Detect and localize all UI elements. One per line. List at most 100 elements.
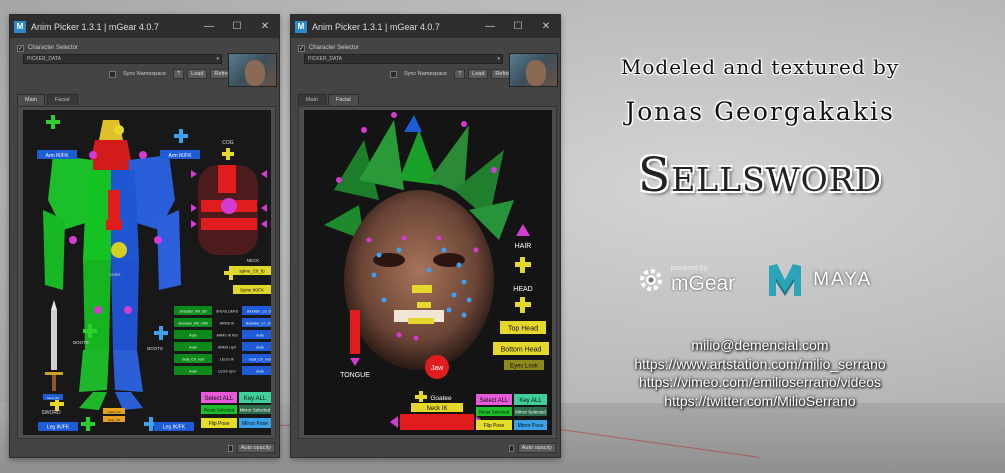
maximize-button[interactable]: ☐ <box>223 21 251 32</box>
minimize-button[interactable]: — <box>476 21 504 32</box>
window-footer: Auto opacity <box>291 442 560 454</box>
auto-opacity-button[interactable]: Auto opacity <box>236 443 275 453</box>
control-cell-label: shoulder_L0_orbit <box>246 321 271 325</box>
spine-ctrl[interactable] <box>201 218 257 230</box>
picker-stage-main: Arm IK/FK Arm IK/FK COG NECK spine_C0_fp… <box>23 110 278 435</box>
character-selector-checkbox[interactable]: ✓ <box>17 44 24 52</box>
sword-label: SWORD <box>41 410 61 416</box>
control-cell-label: shoulder_R0_ctrl <box>179 309 206 313</box>
close-button[interactable]: ✕ <box>532 21 560 32</box>
control-cell-label: Auto <box>256 345 263 349</box>
artstation-link[interactable]: https://www.artstation.com/milio_serrano <box>575 355 945 374</box>
opacity-toggle[interactable] <box>508 444 514 452</box>
picker-tabs: Main Facial <box>298 94 359 105</box>
control-cell-label: Auto <box>256 333 263 337</box>
window-title: Anim Picker 1.3.1 | mGear 4.0.7 <box>31 21 159 32</box>
mgear-text: mGear <box>671 271 736 295</box>
plus-icon[interactable] <box>179 129 183 143</box>
body-picker-graphic: Arm IK/FK Arm IK/FK COG NECK spine_C0_fp… <box>37 115 278 431</box>
leg-ikfk-right-label: Leg IK/FK <box>163 425 186 431</box>
spine-ctrl[interactable] <box>218 165 236 193</box>
picker-panel: TONGUE Jaw Goatee Neck IK HAIR HEAD Top … <box>298 106 557 439</box>
control-cell-label: Auto <box>189 333 196 337</box>
tongue-label: TONGUE <box>340 372 370 379</box>
mgear-logo: powered by mGear <box>637 265 735 296</box>
load-button[interactable]: Load <box>187 69 208 79</box>
neck-ctrl[interactable] <box>400 414 474 430</box>
spine-fp-label: spine_C0_fp <box>239 269 265 274</box>
picker-tabs: Main Facial <box>17 94 78 105</box>
sword-graphic[interactable] <box>45 300 63 391</box>
tab-main[interactable]: Main <box>17 94 45 105</box>
plus-icon[interactable] <box>229 266 233 280</box>
title-bar: M Anim Picker 1.3.1 | mGear 4.0.7 — ☐ ✕ <box>10 15 279 38</box>
top-head-label: Top Head <box>508 326 538 333</box>
control-cell-label: ARMS IK Rot <box>216 333 237 337</box>
control-cell-label: Auto <box>189 345 196 349</box>
minimize-button[interactable]: — <box>195 21 223 32</box>
plus-icon[interactable] <box>415 395 427 399</box>
plus-icon[interactable] <box>226 148 230 160</box>
load-button[interactable]: Load <box>468 69 489 79</box>
plus-icon[interactable] <box>149 417 153 431</box>
jaw-label: Jaw <box>431 365 444 372</box>
boots-left-label: BOOTS <box>73 340 89 345</box>
modeled-by-text: Modeled and textured by <box>620 55 900 79</box>
picker-data-dropdown[interactable]: PICKER_DATA ▾ <box>304 54 503 64</box>
cog-label: COG <box>222 140 234 146</box>
plus-icon[interactable] <box>515 262 531 267</box>
reset-selected-label: Reset Selected <box>204 408 235 413</box>
root-small-label: world_ctrl <box>108 410 121 414</box>
control-cell-label: LEGS IK <box>220 357 235 361</box>
goatee-label: Goatee <box>430 395 452 402</box>
key-all-label: Key ALL <box>244 396 267 402</box>
email-link[interactable]: milio@demencial.com <box>575 336 945 355</box>
sync-namespace-checkbox[interactable] <box>109 70 116 78</box>
select-all-label: Select ALL <box>480 398 509 404</box>
face-picker-graphic: TONGUE Jaw Goatee Neck IK HAIR HEAD Top … <box>324 112 549 430</box>
spine-ikfk-label: Spine IK/FK <box>240 288 264 293</box>
picker-data-dropdown[interactable]: PICKER_DATA ▾ <box>23 54 222 64</box>
maximize-button[interactable]: ☐ <box>504 21 532 32</box>
opacity-toggle[interactable] <box>227 444 233 452</box>
tab-main[interactable]: Main <box>298 94 326 105</box>
vimeo-link[interactable]: https://vimeo.com/emilioserrano/videos <box>575 373 945 392</box>
neck-ik-label: Neck IK <box>426 406 447 412</box>
anim-picker-window-main: M Anim Picker 1.3.1 | mGear 4.0.7 — ☐ ✕ … <box>9 14 280 458</box>
body-small-label: body_C0 <box>108 418 120 422</box>
help-button[interactable]: ? <box>173 69 185 79</box>
tongue-ctrl[interactable] <box>350 310 360 354</box>
plus-icon[interactable] <box>51 115 55 129</box>
maya-logo: MAYA <box>767 262 872 298</box>
plus-icon[interactable] <box>159 326 163 340</box>
control-table: shoulder_R0_ctrl SHOULDERS shoulder_L0_ctr… <box>174 306 278 375</box>
sync-namespace-checkbox[interactable] <box>390 70 397 78</box>
dropdown-value: PICKER_DATA <box>308 56 342 62</box>
tab-facial[interactable]: Facial <box>327 94 359 105</box>
namespace-row: Sync Namespace ? Load Refresh <box>390 69 519 79</box>
plus-icon[interactable] <box>88 324 92 338</box>
character-thumbnail[interactable] <box>509 53 558 87</box>
control-cell-label: ARMS UpV <box>218 345 237 349</box>
help-button[interactable]: ? <box>454 69 466 79</box>
tab-facial[interactable]: Facial <box>46 94 78 105</box>
anim-picker-window-facial: M Anim Picker 1.3.1 | mGear 4.0.7 — ☐ ✕ … <box>290 14 561 458</box>
character-thumbnail[interactable] <box>228 53 277 87</box>
maya-logo-icon: M <box>14 20 26 33</box>
flip-pose-label: Flip Pose <box>209 421 230 427</box>
control-cell-label: ARMS IK <box>220 321 235 325</box>
author-name: Jonas Georgakakis <box>625 97 895 126</box>
close-button[interactable]: ✕ <box>251 21 279 32</box>
plus-icon[interactable] <box>515 302 531 307</box>
control-cell-label: shoulder_R0_orbit <box>178 321 207 325</box>
control-cell-label: Auto <box>256 369 263 373</box>
twitter-link[interactable]: https://twitter.com/MilioSerrano <box>575 392 945 411</box>
maya-logo-icon: M <box>295 20 307 33</box>
mirror-pose-label: Mirror Pose <box>242 421 268 427</box>
auto-opacity-button[interactable]: Auto opacity <box>517 443 556 453</box>
credits-block: Modeled and textured by Jonas Georgakaki… <box>575 55 945 203</box>
cog-ctrl[interactable] <box>221 198 237 214</box>
plus-icon[interactable] <box>86 417 90 431</box>
character-selector-checkbox[interactable]: ✓ <box>298 44 305 52</box>
window-footer: Auto opacity <box>10 442 279 454</box>
